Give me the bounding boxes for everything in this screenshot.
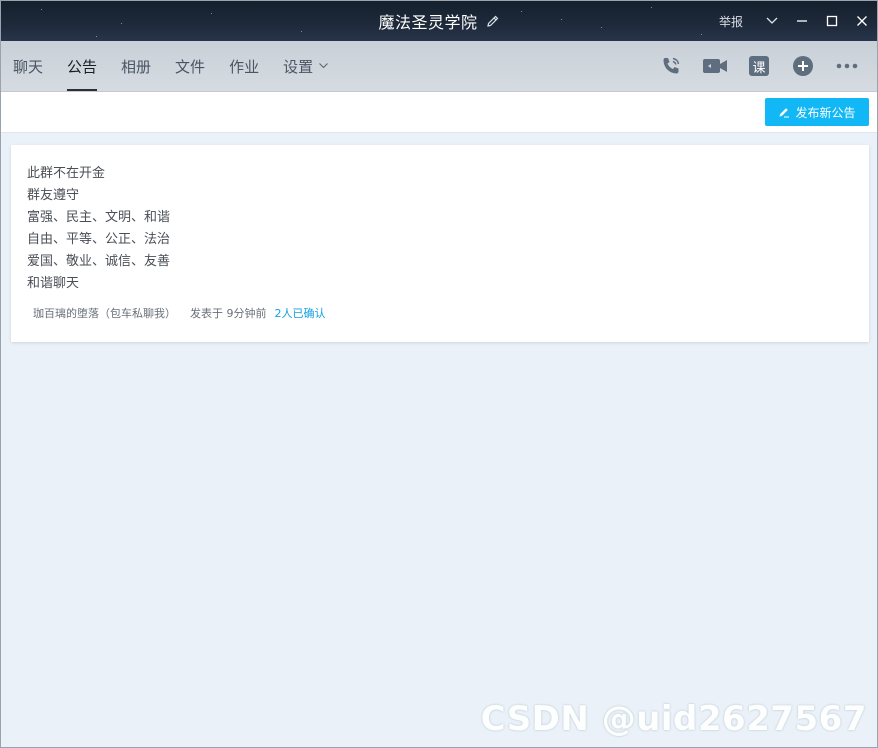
watermark-text: CSDN @uid2627567 (480, 699, 867, 739)
tab-homework[interactable]: 作业 (217, 41, 271, 91)
group-title: 魔法圣灵学院 (378, 13, 478, 32)
tab-label: 设置 (283, 57, 314, 76)
video-icon[interactable] (693, 41, 737, 91)
dropdown-chevron-icon[interactable] (757, 1, 787, 41)
maximize-button[interactable] (817, 1, 847, 41)
tab-label: 相册 (121, 57, 152, 76)
toolbar-icons: 课 (649, 41, 869, 91)
action-bar: 发布新公告 (1, 92, 877, 133)
chevron-down-icon (319, 63, 328, 69)
tab-bar: 聊天 公告 相册 文件 作业 设置 课 (1, 41, 877, 92)
tab-announcements[interactable]: 公告 (55, 41, 109, 91)
tab-label: 作业 (229, 57, 260, 76)
ke-course-icon[interactable]: 课 (737, 41, 781, 91)
course-glyph: 课 (749, 56, 769, 76)
tab-list: 聊天 公告 相册 文件 作业 设置 (1, 41, 340, 91)
announcement-line: 群友遵守 (27, 188, 80, 203)
tab-label: 公告 (67, 57, 98, 76)
tab-label: 文件 (175, 57, 206, 76)
announcement-line: 富强、民主、文明、和谐 (27, 210, 171, 225)
report-link[interactable]: 举报 (719, 13, 743, 30)
edit-title-icon[interactable] (486, 14, 500, 28)
publish-announcement-button[interactable]: 发布新公告 (765, 98, 869, 126)
pencil-icon (778, 106, 790, 118)
title-bar: 魔法圣灵学院 举报 (1, 1, 877, 41)
app-window: 魔法圣灵学院 举报 聊天 公告 相册 文件 作业 设置 课 发布新公告 此群不在… (0, 0, 878, 748)
window-controls: 举报 (719, 1, 877, 41)
confirmed-count-link[interactable]: 2人已确认 (275, 305, 326, 321)
announcement-line: 爱国、敬业、诚信、友善 (27, 254, 171, 269)
more-icon[interactable] (825, 41, 869, 91)
announcement-list: 此群不在开金 群友遵守 富强、民主、文明、和谐 自由、平等、公正、法治 爱国、敬… (1, 133, 877, 747)
tab-chat[interactable]: 聊天 (1, 41, 55, 91)
announcement-line: 自由、平等、公正、法治 (27, 232, 171, 247)
phone-icon[interactable] (649, 41, 693, 91)
minimize-button[interactable] (787, 1, 817, 41)
announcement-line: 此群不在开金 (27, 166, 106, 181)
announcement-meta: 珈百璃的堕落（包车私聊我） 发表于 9分钟前 2人已确认 (27, 305, 853, 321)
add-icon[interactable] (781, 41, 825, 91)
post-time: 发表于 9分钟前 (190, 307, 267, 320)
announcement-card[interactable]: 此群不在开金 群友遵守 富强、民主、文明、和谐 自由、平等、公正、法治 爱国、敬… (11, 145, 869, 342)
publish-label: 发布新公告 (795, 105, 856, 120)
tab-files[interactable]: 文件 (163, 41, 217, 91)
announcement-line: 和谐聊天 (27, 276, 80, 291)
tab-settings[interactable]: 设置 (271, 41, 340, 91)
author-name[interactable]: 珈百璃的堕落（包车私聊我） (33, 305, 176, 321)
close-button[interactable] (847, 1, 877, 41)
tab-label: 聊天 (13, 57, 44, 76)
tab-album[interactable]: 相册 (109, 41, 163, 91)
